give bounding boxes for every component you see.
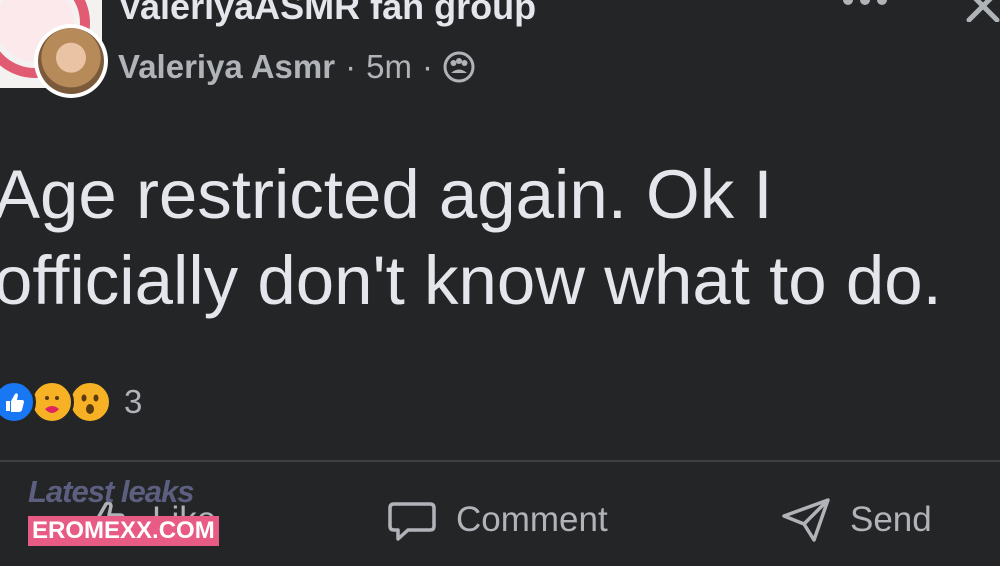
post-screen: ValeriyaASMR fan group Valeriya Asmr · 5… — [0, 0, 1000, 566]
more-icon[interactable] — [842, 0, 888, 10]
post-text: Age restricted again. Ok I officially do… — [0, 156, 942, 319]
author-avatar-image — [38, 28, 104, 94]
close-icon[interactable] — [966, 0, 1000, 22]
author-avatar[interactable] — [34, 24, 108, 98]
reaction-count[interactable]: 3 — [124, 383, 142, 421]
post-time[interactable]: 5m — [366, 48, 412, 86]
comment-icon — [388, 502, 436, 541]
care-reaction-icon — [30, 380, 74, 424]
send-label: Send — [850, 500, 932, 539]
like-reaction-icon — [0, 380, 36, 424]
meta-separator: · — [421, 48, 433, 85]
wow-reaction-icon — [68, 380, 112, 424]
group-name[interactable]: ValeriyaASMR fan group — [118, 0, 536, 28]
send-button[interactable]: Send — [780, 492, 932, 548]
divider — [0, 460, 1000, 462]
post-meta: Valeriya Asmr · 5m · — [118, 48, 475, 86]
group-privacy-icon[interactable] — [443, 51, 475, 83]
comment-label: Comment — [456, 500, 608, 539]
author-name[interactable]: Valeriya Asmr — [118, 48, 335, 86]
meta-separator: · — [345, 48, 357, 85]
send-icon — [782, 498, 830, 542]
comment-button[interactable]: Comment — [386, 492, 608, 548]
watermark-badge: EROMEXX.COM — [28, 516, 219, 546]
reactions-summary[interactable]: 3 — [0, 380, 142, 424]
watermark-text: Latest leaks — [28, 474, 194, 509]
